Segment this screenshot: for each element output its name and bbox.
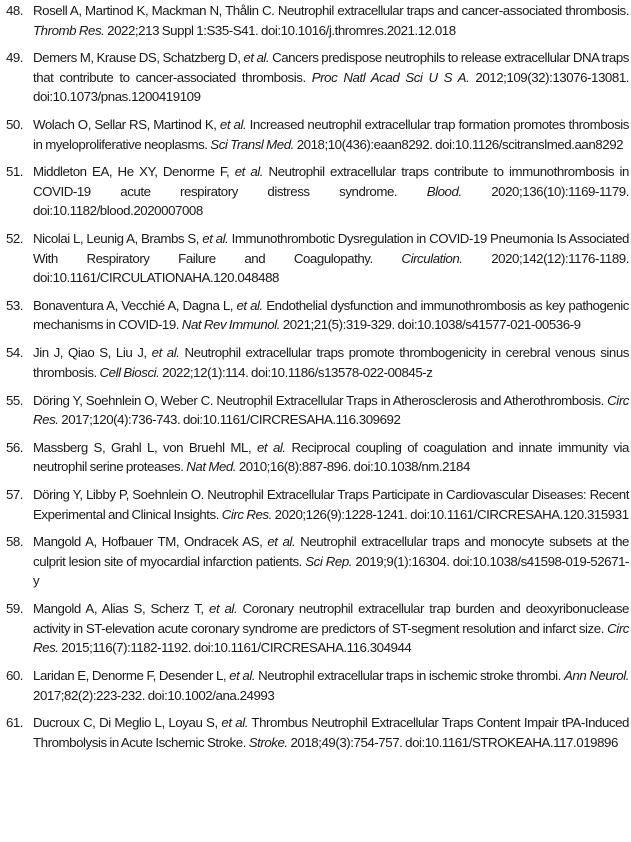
reference-number: 53. [6,297,24,313]
reference-number: 56. [6,439,24,455]
reference-item: 60. Laridan E, Denorme F, Desender L, et… [6,666,629,705]
journal-name: Circ Res. [221,506,273,522]
reference-text: Laridan E, Denorme F, Desender L, et al.… [33,668,629,703]
journal-name: Cell Biosci. [99,364,160,380]
reference-item: 49. Demers M, Krause DS, Schatzberg D, e… [6,48,629,107]
reference-text: Middleton EA, He XY, Denorme F, et al. N… [33,164,629,219]
reference-number: 49. [6,50,24,66]
reference-text: Döring Y, Libby P, Soehnlein O. Neutroph… [33,487,629,522]
reference-number: 51. [6,164,24,180]
reference-number: 52. [6,231,24,247]
reference-item: 59. Mangold A, Alias S, Scherz T, et al.… [6,599,629,658]
reference-number: 55. [6,392,24,408]
reference-text: Döring Y, Soehnlein O, Weber C. Neutroph… [33,392,629,428]
reference-item: 52. Nicolai L, Leunig A, Brambs S, et al… [6,229,629,288]
reference-item: 51. Middleton EA, He XY, Denorme F, et a… [6,162,629,221]
reference-number: 54. [6,345,24,361]
et-al: et al. [202,231,229,247]
et-al: et al. [209,601,238,617]
et-al: et al. [229,668,256,684]
reference-number: 58. [6,534,24,550]
reference-number: 50. [6,117,24,133]
reference-number: 60. [6,668,24,684]
journal-name: Nat Med. [186,459,237,475]
reference-item: 57. Döring Y, Libby P, Soehnlein O. Neut… [6,485,629,524]
reference-text: Ducroux C, Di Meglio L, Loyau S, et al. … [33,715,629,750]
reference-text: Bonaventura A, Vecchié A, Dagna L, et al… [33,297,629,333]
et-al: et al. [151,345,180,361]
reference-list: 48. Rosell A, Martinod K, Mackman N, Thå… [0,0,631,752]
reference-item: 61. Ducroux C, Di Meglio L, Loyau S, et … [6,713,629,752]
et-al: et al. [256,439,286,455]
reference-item: 58. Mangold A, Hofbauer TM, Ondracek AS,… [6,532,629,591]
reference-item: 50. Wolach O, Sellar RS, Martinod K, et … [6,115,629,154]
journal-name: Stroke. [248,734,288,750]
reference-item: 56. Massberg S, Grahl L, von Bruehl ML, … [6,438,629,477]
et-al: et al. [234,164,264,180]
et-al: et al. [267,534,296,550]
journal-name: Nat Rev Immunol. [181,317,281,333]
reference-item: 55. Döring Y, Soehnlein O, Weber C. Neut… [6,391,629,430]
journal-name: Blood. [426,183,462,199]
reference-number: 48. [6,3,24,18]
journal-name: Sci Rep. [305,553,353,569]
reference-text: Nicolai L, Leunig A, Brambs S, et al. Im… [33,231,629,286]
reference-item: 53. Bonaventura A, Vecchié A, Dagna L, e… [6,296,629,335]
reference-text: Wolach O, Sellar RS, Martinod K, et al. … [33,117,629,152]
reference-text: Mangold A, Alias S, Scherz T, et al. Cor… [33,601,630,656]
reference-number: 59. [6,601,24,617]
reference-text: Massberg S, Grahl L, von Bruehl ML, et a… [33,439,629,475]
reference-text: Mangold A, Hofbauer TM, Ondracek AS, et … [33,534,629,589]
et-al: et al. [236,297,263,313]
reference-text: Jin J, Qiao S, Liu J, et al. Neutrophil … [33,345,629,380]
journal-name: Sci Transl Med. [210,136,294,152]
journal-name: Thromb Res. [33,22,105,38]
reference-item: 54. Jin J, Qiao S, Liu J, et al. Neutrop… [6,343,629,382]
reference-number: 57. [6,487,24,503]
reference-item: 48. Rosell A, Martinod K, Mackman N, Thå… [6,1,629,40]
reference-text: Demers M, Krause DS, Schatzberg D, et al… [33,50,630,105]
et-al: et al. [243,50,270,66]
reference-text: Rosell A, Martinod K, Mackman N, Thålin … [33,3,629,38]
journal-name: Proc Natl Acad Sci U S A. [311,69,470,85]
et-al: et al. [221,715,248,731]
journal-name: Ann Neurol. [563,668,629,684]
reference-number: 61. [6,715,24,731]
journal-name: Circulation. [401,250,463,266]
et-al: et al. [219,117,247,133]
